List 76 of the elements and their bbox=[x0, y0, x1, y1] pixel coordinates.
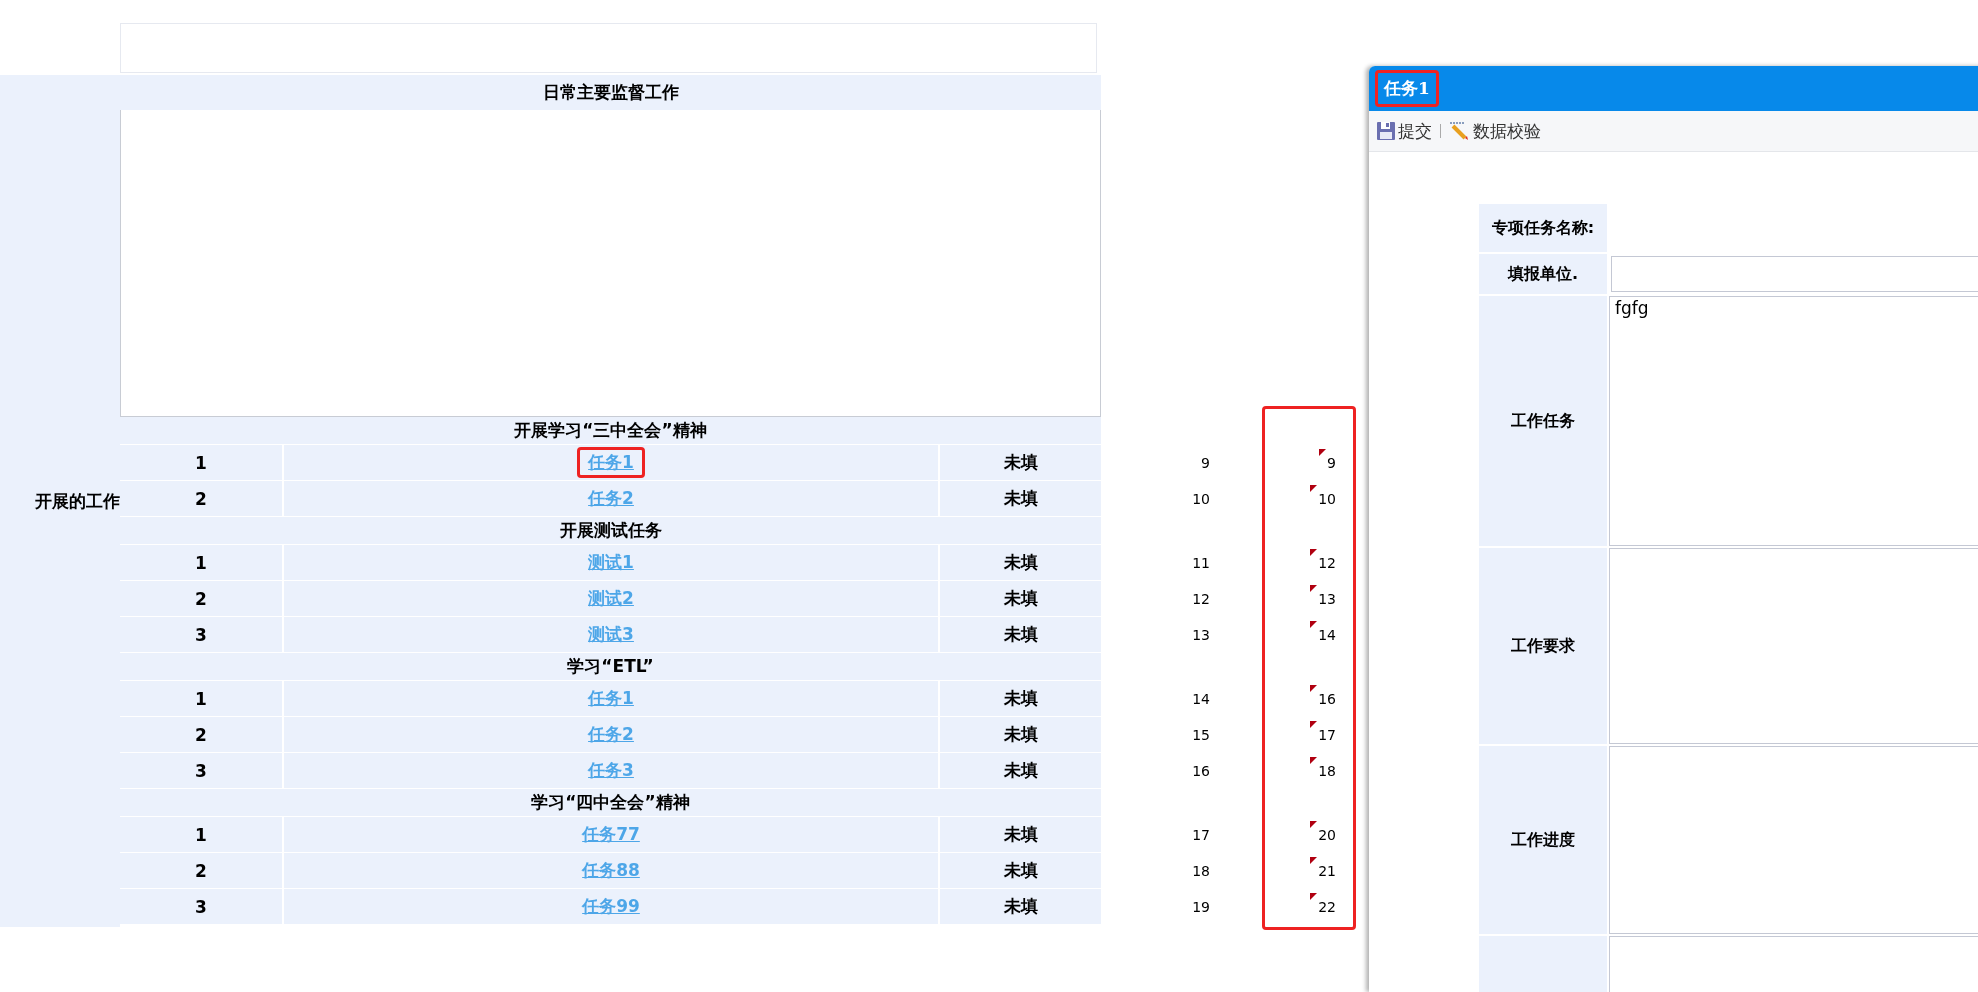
table-cell: 1 bbox=[120, 545, 284, 581]
table-cell: 2 bbox=[120, 481, 284, 517]
table-cell: 未填 bbox=[940, 753, 1101, 789]
row-number: 9 bbox=[1201, 455, 1210, 471]
table-cell: 未填 bbox=[940, 717, 1101, 753]
task-link[interactable]: 任务3 bbox=[577, 755, 645, 786]
task-link[interactable]: 任务2 bbox=[577, 719, 645, 750]
task-link[interactable]: 任务1 bbox=[577, 683, 645, 714]
toolbar-button[interactable]: 数据校验 bbox=[1445, 119, 1545, 143]
task-link[interactable]: 任务88 bbox=[571, 855, 651, 886]
table-cell: 3 bbox=[120, 889, 284, 925]
task-link[interactable]: 测试3 bbox=[577, 619, 645, 650]
row-number: 11 bbox=[1192, 555, 1210, 571]
row-number: 14 bbox=[1318, 627, 1336, 643]
row-number: 21 bbox=[1318, 863, 1336, 879]
table-cell: 未填 bbox=[940, 581, 1101, 617]
task-link[interactable]: 任务99 bbox=[571, 891, 651, 922]
task-link[interactable]: 测试1 bbox=[577, 547, 645, 578]
row-number: 9 bbox=[1327, 455, 1336, 471]
table-cell: 1 bbox=[120, 817, 284, 853]
row-number: 22 bbox=[1318, 899, 1336, 915]
row-number: 15 bbox=[1192, 727, 1210, 743]
field-label: 工作要求 bbox=[1511, 635, 1575, 657]
task-link[interactable]: 任务2 bbox=[577, 483, 645, 514]
section-heading: 日常主要监督工作 bbox=[120, 75, 1101, 110]
row-number: 16 bbox=[1192, 763, 1210, 779]
row-number: 20 bbox=[1318, 827, 1336, 843]
table-cell: 3 bbox=[120, 753, 284, 789]
text-area[interactable] bbox=[1609, 548, 1978, 744]
field-value: fgfg bbox=[1615, 298, 1649, 318]
field-label: 填报单位. bbox=[1507, 263, 1579, 285]
table-cell: 2 bbox=[120, 853, 284, 889]
row-number: 13 bbox=[1192, 627, 1210, 643]
table-cell: 未填 bbox=[940, 445, 1101, 481]
row-number: 18 bbox=[1318, 763, 1336, 779]
group-title: 学习“ETL” bbox=[120, 653, 1101, 681]
table-cell: 2 bbox=[120, 717, 284, 753]
group-title: 开展学习“三中全会”精神 bbox=[120, 417, 1101, 445]
row-number: 13 bbox=[1318, 591, 1336, 607]
table-cell: 未填 bbox=[940, 681, 1101, 717]
table-cell: 1 bbox=[120, 445, 284, 481]
table-cell: 3 bbox=[120, 617, 284, 653]
pencil-icon bbox=[1449, 121, 1471, 141]
row-number: 10 bbox=[1318, 491, 1336, 507]
row-number: 12 bbox=[1318, 555, 1336, 571]
row-number: 12 bbox=[1192, 591, 1210, 607]
task-link[interactable]: 任务77 bbox=[571, 819, 651, 850]
field-label: 专项任务名称: bbox=[1491, 217, 1595, 239]
table-cell: 未填 bbox=[940, 545, 1101, 581]
group-title: 开展测试任务 bbox=[120, 517, 1101, 545]
field-label: 工作任务 bbox=[1511, 410, 1575, 432]
table-cell: 1 bbox=[120, 681, 284, 717]
row-number: 17 bbox=[1318, 727, 1336, 743]
table-cell: 未填 bbox=[940, 853, 1101, 889]
table-cell: 未填 bbox=[940, 617, 1101, 653]
row-number: 10 bbox=[1192, 491, 1210, 507]
input-field[interactable] bbox=[1611, 256, 1978, 292]
field-label: 工作进度 bbox=[1511, 829, 1575, 851]
row-number: 18 bbox=[1192, 863, 1210, 879]
group-title: 学习“四中全会”精神 bbox=[120, 789, 1101, 817]
table-cell: 未填 bbox=[940, 481, 1101, 517]
task-link[interactable]: 任务1 bbox=[577, 447, 645, 478]
text-area[interactable]: fgfg bbox=[1609, 296, 1978, 546]
window-title: 任务1 bbox=[1375, 70, 1439, 107]
row-number: 17 bbox=[1192, 827, 1210, 843]
row-number: 14 bbox=[1192, 691, 1210, 707]
row-number: 16 bbox=[1318, 691, 1336, 707]
toolbar-button[interactable]: 提交 bbox=[1372, 119, 1436, 143]
task-link[interactable]: 测试2 bbox=[577, 583, 645, 614]
text-area[interactable] bbox=[1609, 746, 1978, 934]
table-cell: 未填 bbox=[940, 889, 1101, 925]
table-cell: 未填 bbox=[940, 817, 1101, 853]
save-icon bbox=[1376, 121, 1396, 141]
table-cell: 2 bbox=[120, 581, 284, 617]
row-number: 19 bbox=[1192, 899, 1210, 915]
row-header: 开展的工作 bbox=[35, 489, 120, 513]
